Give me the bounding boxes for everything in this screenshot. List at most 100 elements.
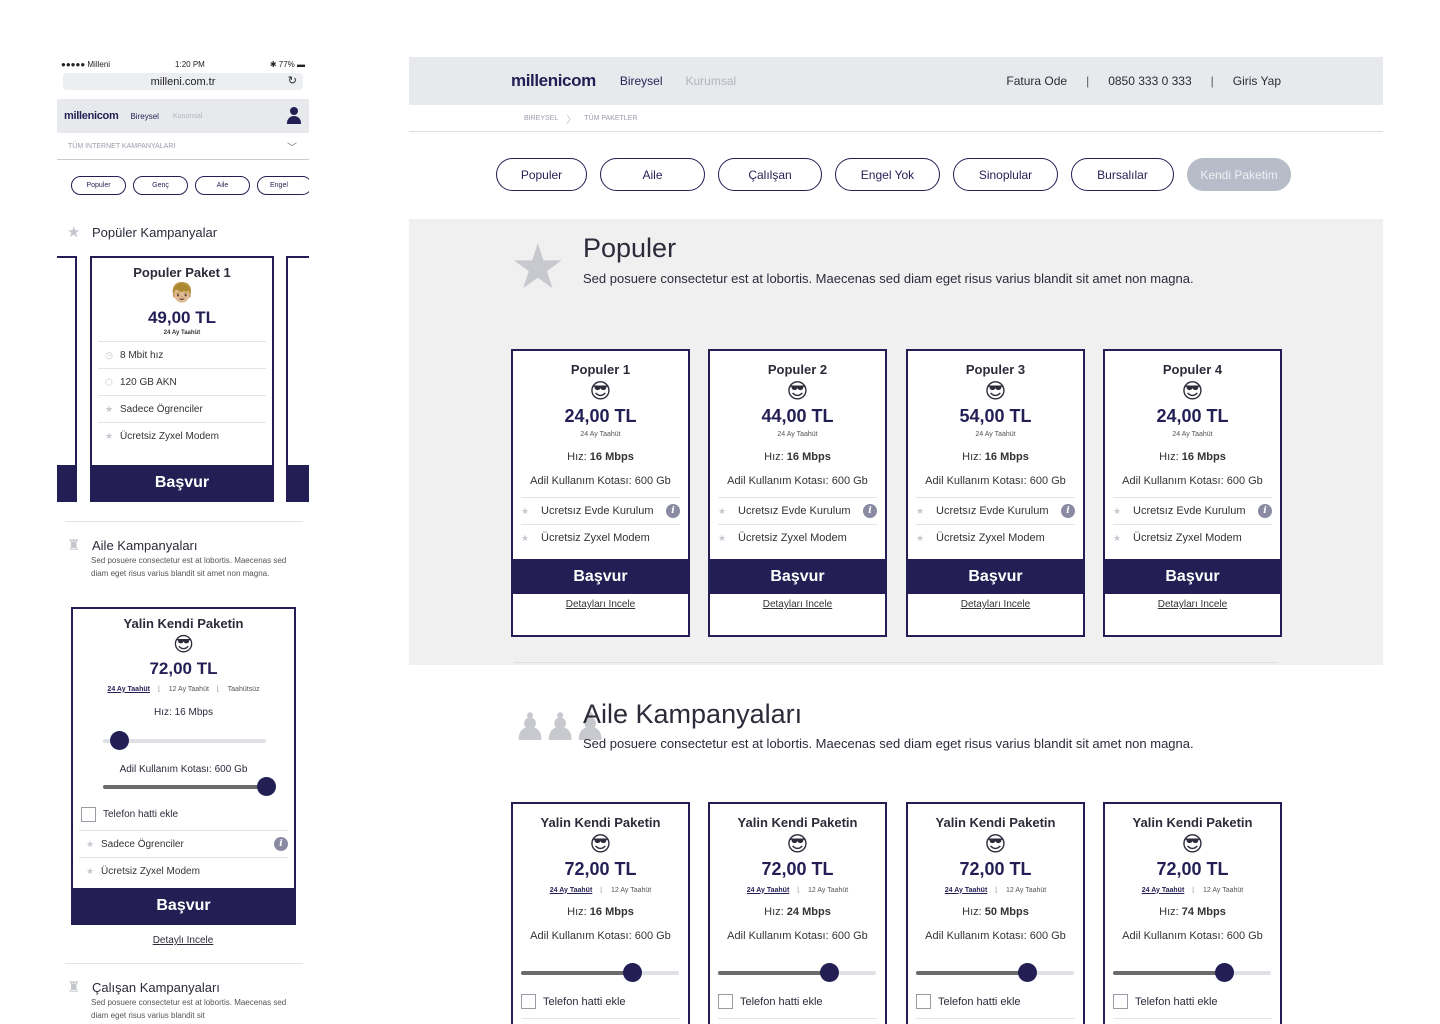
apply-button[interactable]: Başvur: [513, 559, 688, 594]
star-icon: ★: [521, 505, 530, 516]
detail-link[interactable]: Detayları Incele: [710, 594, 885, 616]
phone-checkbox[interactable]: [916, 994, 931, 1009]
term-none[interactable]: Taahütsüz: [228, 686, 260, 693]
quota-slider-fill: [103, 785, 266, 789]
feature-row: ★ Ücretsiz Zyxel Modem: [916, 524, 1075, 551]
feature-row: ★ Ücretsiz Zyxel Modem: [1113, 524, 1272, 551]
divider: [514, 662, 1277, 663]
prev-card-peek[interactable]: [57, 256, 77, 502]
calisan-section-desc: Sed posuere consectetur est at lobortis.…: [91, 998, 287, 1020]
quota-slider-knob[interactable]: [819, 963, 839, 982]
apply-button[interactable]: Başvur: [73, 888, 294, 923]
logo[interactable]: millenicom: [64, 110, 119, 122]
phone-line-option[interactable]: Telefon hatti ekle: [81, 807, 178, 822]
detail-link[interactable]: Detayları Incele: [908, 594, 1083, 616]
term-12[interactable]: 12 Ay Taahüt: [1203, 887, 1243, 894]
phone-line-option[interactable]: Telefon hatti ekle: [718, 994, 823, 1009]
quota-slider-knob[interactable]: [622, 963, 642, 982]
logo[interactable]: millenicom: [511, 71, 596, 91]
card-title: Yalin Kendi Paketin: [540, 815, 661, 830]
url-text: milleni.com.tr: [150, 75, 216, 88]
tab-populer[interactable]: Populer: [496, 158, 587, 191]
card-price: 72,00 TL: [149, 659, 218, 678]
user-icon[interactable]: [286, 107, 302, 125]
reload-icon[interactable]: ↻: [288, 74, 297, 87]
nav-phone[interactable]: 0850 333 0 333: [1108, 74, 1191, 88]
pill-engel[interactable]: Engel: [257, 176, 309, 195]
campaign-select[interactable]: TÜM INTERNET KAMPANYALARI ﹀: [57, 133, 309, 160]
tab-bursalilar[interactable]: Bursalılar: [1071, 158, 1174, 191]
detail-link[interactable]: Detayları Incele: [1105, 594, 1280, 616]
pill-aile[interactable]: Aile: [195, 176, 250, 195]
term-12[interactable]: 12 Ay Taahüt: [808, 887, 848, 894]
apply-button[interactable]: Başvur: [92, 465, 272, 500]
apply-button[interactable]: Başvur: [710, 559, 885, 594]
phone-checkbox[interactable]: [521, 994, 536, 1009]
popular-card: Populer Paket 1 👦🏼 49,00 TL 24 Ay Taahüt…: [90, 256, 274, 502]
term-24[interactable]: 24 Ay Taahüt: [107, 686, 150, 693]
quota-slider-knob[interactable]: [257, 777, 276, 796]
tab-calisan[interactable]: Çalılşan: [718, 158, 822, 191]
section-title: Populer: [583, 233, 677, 263]
info-icon[interactable]: i: [274, 837, 288, 851]
nav-bireysel[interactable]: Bireysel: [620, 74, 663, 88]
quota-slider-knob[interactable]: [1017, 963, 1037, 982]
phone-checkbox[interactable]: [1113, 994, 1128, 1009]
quota-line: Adil Kullanım Kotası: 600 Gb: [925, 930, 1066, 942]
breadcrumb: BIREYSEL 〉 TÜM PAKETLER: [409, 105, 1383, 132]
star-icon: ★: [916, 532, 925, 543]
boy-emoji-icon: 👦🏼: [170, 283, 194, 304]
address-bar[interactable]: milleni.com.tr ↻: [63, 73, 303, 90]
speed-line: Hız: 16 Mbps: [962, 451, 1029, 463]
nav-kurumsal[interactable]: Kurumsal: [686, 74, 737, 88]
pill-populer[interactable]: Populer: [71, 176, 126, 195]
info-icon[interactable]: i: [1258, 504, 1272, 518]
apply-button[interactable]: Başvur: [908, 559, 1083, 594]
info-icon[interactable]: i: [1061, 504, 1075, 518]
phone-checkbox[interactable]: [81, 807, 96, 822]
aile-card: Yalin Kendi Paketin 😎 72,00 TL 24 Ay Taa…: [1103, 802, 1282, 1024]
nav-kurumsal[interactable]: Kurumsal: [173, 113, 203, 120]
feature-row: ⬡ 120 GB AKN: [98, 368, 266, 395]
cube-icon: ⬡: [105, 376, 113, 387]
card-commitment: 24 Ay Taahüt: [777, 431, 818, 438]
aile-section-title: ♜ Aile Kampanyaları: [67, 537, 198, 554]
info-icon[interactable]: i: [863, 504, 877, 518]
term-12[interactable]: 12 Ay Taahüt: [169, 686, 209, 693]
tab-kendi-paketim[interactable]: Kendi Paketim: [1187, 158, 1291, 191]
term-24[interactable]: 24 Ay Taahüt: [747, 887, 790, 894]
phone-line-option[interactable]: Telefon hatti ekle: [916, 994, 1021, 1009]
next-card-peek[interactable]: [286, 256, 309, 502]
detail-link[interactable]: Detayları Incele: [513, 594, 688, 616]
term-24[interactable]: 24 Ay Taahüt: [1142, 887, 1185, 894]
term-24[interactable]: 24 Ay Taahüt: [945, 887, 988, 894]
tab-engel-yok[interactable]: Engel Yok: [835, 158, 940, 191]
breadcrumb-item[interactable]: BIREYSEL: [524, 115, 558, 122]
nav-login[interactable]: Giris Yap: [1233, 74, 1281, 88]
aile-section-desc: Sed posuere consectetur est at lobortis.…: [583, 736, 1194, 751]
info-icon[interactable]: i: [666, 504, 680, 518]
quota-label: Adil Kullanım Kotası: 600 Gb: [119, 764, 248, 775]
card-price: 24,00 TL: [1156, 406, 1229, 426]
speed-slider-knob[interactable]: [110, 731, 130, 750]
detail-link[interactable]: Detaylı Incele: [57, 935, 309, 946]
term-24[interactable]: 24 Ay Taahüt: [550, 887, 593, 894]
tab-sinoplular[interactable]: Sinoplular: [953, 158, 1058, 191]
phone-line-option[interactable]: Telefon hatti ekle: [521, 994, 626, 1009]
apply-button[interactable]: Başvur: [1105, 559, 1280, 594]
divider: [65, 963, 303, 964]
quota-slider-knob[interactable]: [1214, 963, 1234, 982]
pill-genc[interactable]: Genç: [133, 176, 188, 195]
nav-fatura[interactable]: Fatura Ode: [1006, 74, 1067, 88]
term-12[interactable]: 12 Ay Taahüt: [611, 887, 651, 894]
quota-slider-fill: [916, 971, 1027, 975]
tab-aile[interactable]: Aile: [600, 158, 705, 191]
phone-line-option[interactable]: Telefon hatti ekle: [1113, 994, 1218, 1009]
nav-bireysel[interactable]: Bireysel: [130, 112, 158, 121]
term-12[interactable]: 12 Ay Taahüt: [1006, 887, 1046, 894]
speed-line: Hız: 74 Mbps: [1159, 906, 1226, 918]
populer-card: Populer 1 😎 24,00 TL 24 Ay Taahüt Hız: 1…: [511, 349, 690, 637]
phone-checkbox[interactable]: [718, 994, 733, 1009]
quota-line: Adil Kullanım Kotası: 600 Gb: [727, 930, 868, 942]
populer-card: Populer 4 😎 24,00 TL 24 Ay Taahüt Hız: 1…: [1103, 349, 1282, 637]
